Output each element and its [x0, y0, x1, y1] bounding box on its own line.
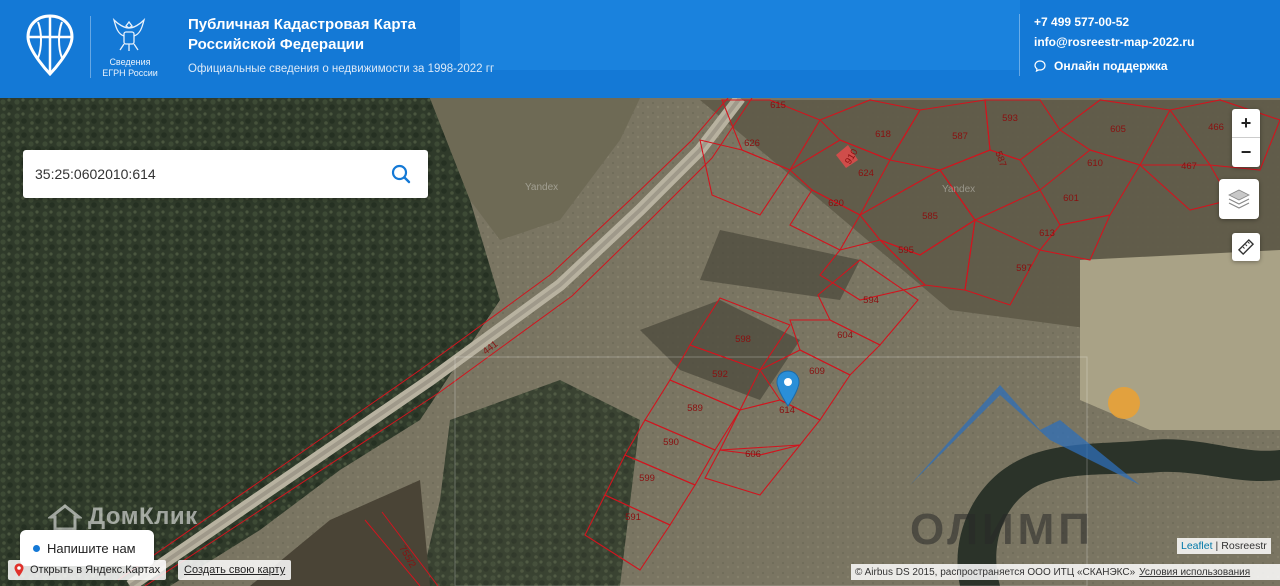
house-icon	[48, 504, 82, 531]
phone-link[interactable]: +7 499 577-00-52	[1034, 15, 1129, 29]
svg-text:594: 594	[863, 295, 879, 306]
olimp-watermark: ОЛИМП	[910, 505, 1094, 554]
svg-text:595: 595	[898, 245, 914, 256]
svg-text:615: 615	[770, 100, 786, 111]
support-label: Онлайн поддержка	[1054, 59, 1168, 73]
open-in-yandex-link[interactable]: Открыть в Яндекс.Картах	[8, 560, 167, 580]
svg-text:599: 599	[639, 473, 655, 484]
svg-text:587: 587	[952, 131, 968, 142]
svg-text:620: 620	[828, 198, 844, 209]
svg-text:598: 598	[735, 334, 751, 345]
site-logo-icon[interactable]	[26, 14, 74, 76]
svg-text:592: 592	[712, 369, 728, 380]
svg-text:467: 467	[1181, 161, 1197, 172]
rosreestr-label: Rosreestr	[1221, 540, 1267, 552]
emblem-caption: Сведения ЕГРН России	[102, 57, 158, 78]
create-map-link[interactable]: Создать свою карту	[178, 560, 292, 580]
terms-link[interactable]: Условия использования	[1139, 567, 1250, 578]
online-support-link[interactable]: Онлайн поддержка	[1034, 59, 1168, 73]
location-marker-icon[interactable]	[776, 370, 800, 408]
svg-text:606: 606	[745, 449, 761, 460]
search-icon[interactable]	[390, 163, 412, 185]
logo-divider	[90, 16, 91, 78]
layers-icon	[1228, 189, 1250, 209]
open-in-yandex-label: Открыть в Яндекс.Картах	[30, 564, 161, 576]
imagery-attribution: © Airbus DS 2015, распространяется ООО И…	[851, 564, 1280, 580]
svg-text:Yandex: Yandex	[525, 182, 558, 193]
eagle-emblem-icon	[112, 17, 146, 51]
contacts-divider	[1019, 14, 1020, 76]
domclick-label: ДомКлик	[88, 503, 198, 530]
svg-text:618: 618	[875, 129, 891, 140]
page-subtitle: Официальные сведения о недвижимости за 1…	[188, 63, 495, 75]
svg-text:626: 626	[744, 138, 760, 149]
ruler-icon	[1237, 238, 1255, 256]
attr-separator: |	[1215, 540, 1219, 552]
svg-text:610: 610	[1087, 158, 1103, 169]
domclick-watermark: ДомКлик	[48, 503, 198, 531]
svg-text:605: 605	[1110, 124, 1126, 135]
cadastral-search-input[interactable]	[35, 166, 375, 182]
svg-text:589: 589	[687, 403, 703, 414]
layers-button[interactable]	[1219, 179, 1259, 219]
svg-text:609: 609	[809, 366, 825, 377]
measure-button[interactable]	[1232, 233, 1260, 261]
chat-label: Напишите нам	[47, 540, 136, 556]
svg-text:591: 591	[625, 512, 641, 523]
svg-text:Yandex: Yandex	[942, 184, 975, 195]
site-header: Сведения ЕГРН России Публичная Кадастров…	[0, 0, 1280, 98]
chat-status-dot	[33, 544, 40, 552]
svg-text:590: 590	[663, 437, 679, 448]
svg-text:613: 613	[1039, 228, 1055, 239]
svg-text:585: 585	[922, 211, 938, 222]
svg-text:466: 466	[1208, 122, 1224, 133]
svg-text:604: 604	[837, 330, 853, 341]
page-title: Публичная Кадастровая Карта Российской Ф…	[188, 16, 416, 53]
map-pin-icon	[14, 563, 24, 577]
svg-text:601: 601	[1063, 193, 1079, 204]
search-bar	[23, 150, 428, 198]
svg-text:597: 597	[1016, 263, 1032, 274]
leaflet-link[interactable]: Leaflet	[1181, 540, 1213, 552]
svg-text:624: 624	[858, 168, 874, 179]
email-link[interactable]: info@rosreestr-map-2022.ru	[1034, 35, 1194, 49]
svg-text:593: 593	[1002, 113, 1018, 124]
zoom-in-button[interactable]: +	[1232, 109, 1260, 138]
header-decoration	[460, 0, 1020, 70]
leaflet-attribution: Leaflet | Rosreestr	[1177, 538, 1271, 554]
zoom-out-button[interactable]: −	[1232, 138, 1260, 167]
attribution-text: © Airbus DS 2015, распространяется ООО И…	[855, 566, 1136, 578]
zoom-control: + −	[1232, 109, 1260, 167]
chat-bubble-icon	[1034, 60, 1046, 72]
